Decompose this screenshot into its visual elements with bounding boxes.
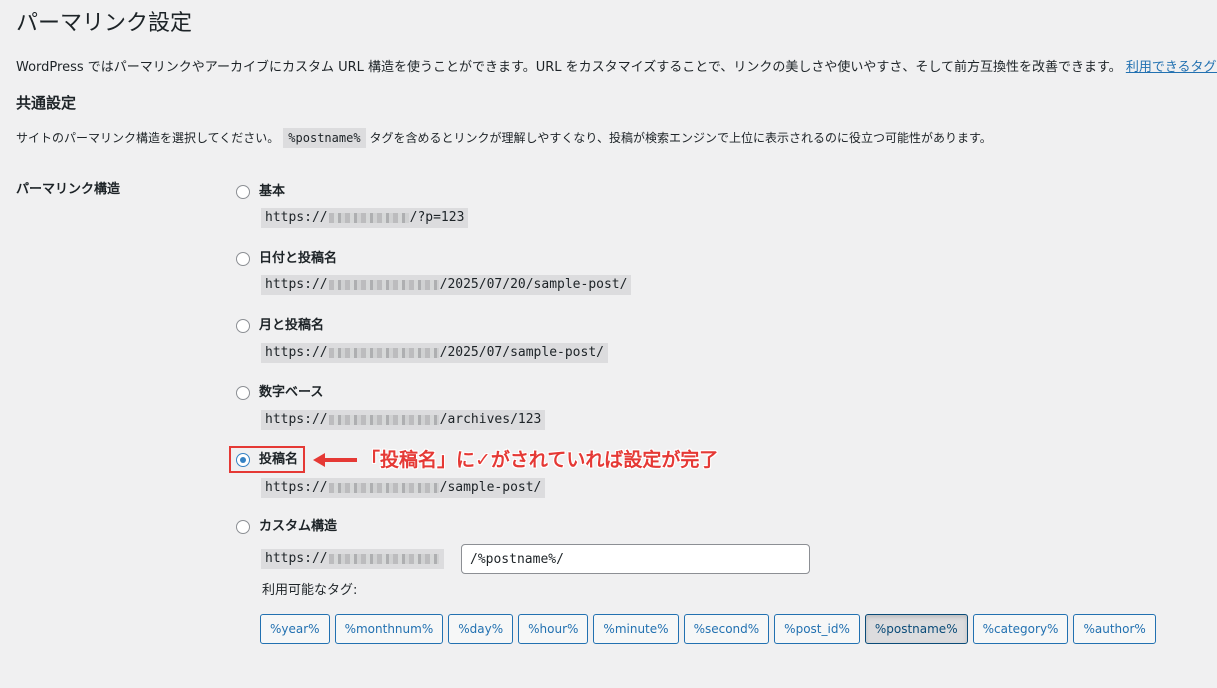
redacted-domain xyxy=(328,213,409,223)
url-suffix: /?p=123 xyxy=(409,210,465,225)
available-tags-row: %year% %monthnum% %day% %hour% %minute% … xyxy=(260,614,1156,644)
custom-structure-input[interactable] xyxy=(461,544,810,574)
option-custom[interactable]: カスタム構造 xyxy=(236,517,337,537)
radio-month-name[interactable] xyxy=(236,319,250,333)
redacted-domain xyxy=(328,280,439,290)
radio-plain[interactable] xyxy=(236,185,250,199)
option-label-numeric: 数字ベース xyxy=(259,385,324,400)
url-suffix: /archives/123 xyxy=(439,412,542,427)
radio-numeric[interactable] xyxy=(236,386,250,400)
intro-body: WordPress ではパーマリンクやアーカイブにカスタム URL 構造を使うこ… xyxy=(16,60,1122,75)
available-tags-link[interactable]: 利用できるタグは xyxy=(1126,60,1217,75)
tag-button-day[interactable]: %day% xyxy=(448,614,514,644)
tag-button-postname[interactable]: %postname% xyxy=(864,614,968,644)
highlight-box xyxy=(229,446,305,473)
url-example-numeric: https:// /archives/123 xyxy=(261,410,546,430)
redacted-domain xyxy=(328,483,439,493)
redacted-domain xyxy=(328,554,439,564)
url-prefix: https:// xyxy=(265,412,328,427)
section-title-common: 共通設定 xyxy=(16,94,77,112)
tag-button-post-id[interactable]: %post_id% xyxy=(774,614,860,644)
annotation-text: 「投稿名」に✓がされていれば設定が完了 xyxy=(361,449,719,471)
desc-after: タグを含めるとリンクが理解しやすくなり、投稿が検索エンジンで上位に表示されるのに… xyxy=(369,131,992,145)
tag-button-hour[interactable]: %hour% xyxy=(518,614,589,644)
arrow-left-icon xyxy=(313,453,357,467)
url-prefix: https:// xyxy=(265,210,328,225)
url-example-day-name: https:// /2025/07/20/sample-post/ xyxy=(261,275,632,295)
option-label-day-name: 日付と投稿名 xyxy=(259,251,338,266)
option-plain[interactable]: 基本 xyxy=(236,182,285,202)
redacted-domain xyxy=(328,415,439,425)
tag-button-minute[interactable]: %minute% xyxy=(593,614,679,644)
url-suffix: /sample-post/ xyxy=(439,480,542,495)
redacted-domain xyxy=(328,348,439,358)
tag-button-year[interactable]: %year% xyxy=(260,614,330,644)
tag-button-author[interactable]: %author% xyxy=(1073,614,1156,644)
url-example-plain: https:// /?p=123 xyxy=(261,208,469,228)
url-prefix: https:// xyxy=(265,551,328,566)
section-description: サイトのパーマリンク構造を選択してください。 %postname% タグを含めるとリ… xyxy=(16,127,992,149)
option-day-name[interactable]: 日付と投稿名 xyxy=(236,249,337,269)
page-title: パーマリンク設定 xyxy=(16,11,193,36)
url-suffix: /2025/07/sample-post/ xyxy=(439,345,604,360)
postname-code: %postname% xyxy=(283,128,366,148)
radio-custom[interactable] xyxy=(236,520,250,534)
option-numeric[interactable]: 数字ベース xyxy=(236,383,323,403)
option-month-name[interactable]: 月と投稿名 xyxy=(236,316,324,336)
url-example-post-name: https:// /sample-post/ xyxy=(261,478,546,498)
tag-button-category[interactable]: %category% xyxy=(972,614,1069,644)
url-prefix: https:// xyxy=(265,345,328,360)
permalink-structure-label: パーマリンク構造 xyxy=(16,182,121,197)
url-example-custom: https:// xyxy=(261,549,444,569)
tag-button-monthnum[interactable]: %monthnum% xyxy=(334,614,444,644)
intro-text: WordPress ではパーマリンクやアーカイブにカスタム URL 構造を使うこ… xyxy=(16,58,1217,78)
option-label-plain: 基本 xyxy=(259,184,286,199)
radio-day-name[interactable] xyxy=(236,252,250,266)
option-label-custom: カスタム構造 xyxy=(259,519,338,534)
url-prefix: https:// xyxy=(265,277,328,292)
tag-button-second[interactable]: %second% xyxy=(683,614,770,644)
url-example-month-name: https:// /2025/07/sample-post/ xyxy=(261,343,608,363)
available-tags-label: 利用可能なタグ: xyxy=(262,583,358,598)
option-label-month-name: 月と投稿名 xyxy=(259,318,325,333)
url-suffix: /2025/07/20/sample-post/ xyxy=(439,277,628,292)
url-prefix: https:// xyxy=(265,480,328,495)
desc-before: サイトのパーマリンク構造を選択してください。 xyxy=(16,131,280,145)
